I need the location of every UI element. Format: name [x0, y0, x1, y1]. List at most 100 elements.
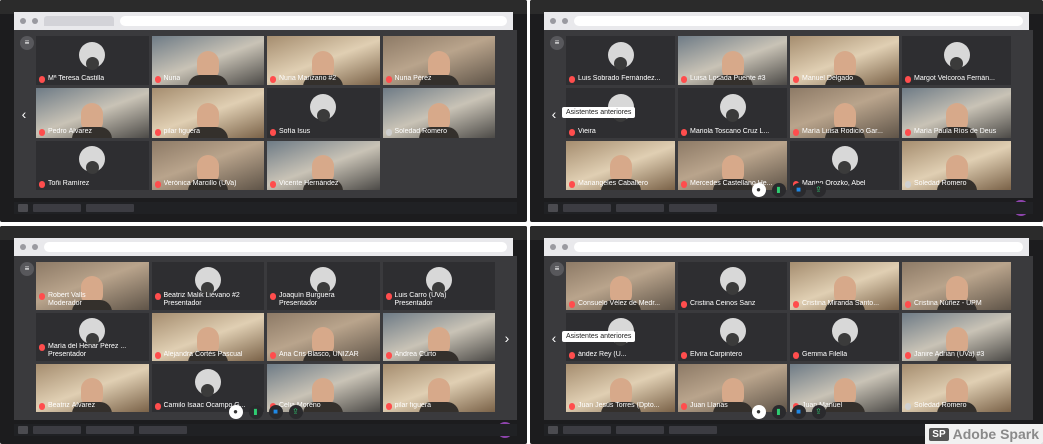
taskbar-window[interactable]	[139, 426, 187, 434]
start-icon[interactable]	[18, 204, 28, 212]
participant-tile[interactable]: Elvira Carpintero	[678, 313, 787, 361]
browser-back-icon[interactable]	[550, 18, 556, 24]
participant-tile[interactable]: Gemma Filella	[790, 313, 899, 361]
participant-tile[interactable]: Robert Valls Moderador	[36, 262, 149, 310]
user-avatar-icon	[310, 267, 337, 296]
browser-reload-icon[interactable]	[32, 18, 38, 24]
menu-icon[interactable]: ≡	[20, 36, 34, 50]
participant-tile[interactable]: Joaquín Burguera Presentador	[267, 262, 380, 310]
participant-text: Gemma Filella	[802, 351, 847, 359]
browser-tab[interactable]	[44, 16, 114, 26]
participant-tile[interactable]: María Paula Ríos de Deus	[902, 88, 1011, 138]
taskbar-window[interactable]	[563, 426, 611, 434]
mic-muted-icon	[385, 76, 392, 84]
participant-tile[interactable]: Mariangeles Caballero	[566, 140, 675, 190]
mic-icon[interactable]: ▮	[771, 183, 786, 197]
participant-tile[interactable]: Nuria	[151, 36, 264, 86]
participant-tile[interactable]: María del Henar Pérez ... Presentador	[36, 313, 149, 361]
participant-tile[interactable]: Soledad Romero	[902, 364, 1011, 412]
taskbar-window[interactable]	[563, 204, 611, 212]
windows-taskbar	[14, 202, 517, 214]
participant-text: María del Henar Pérez ... Presentador	[48, 343, 126, 359]
video-icon[interactable]: ■	[791, 183, 806, 197]
user-avatar-icon[interactable]: ●	[751, 183, 766, 197]
participant-tile[interactable]: Andrea Curto	[382, 313, 495, 361]
participant-name: Soledad Romero	[914, 402, 967, 409]
menu-icon[interactable]: ≡	[20, 262, 34, 276]
participant-tile[interactable]: Manuel Delgado	[790, 36, 899, 86]
participant-tile[interactable]: Nuria Manzano #2	[267, 36, 380, 86]
participant-tile[interactable]: Margot Velcoroa Fernán...	[902, 36, 1011, 86]
chevron-left-icon[interactable]: ‹	[548, 106, 560, 122]
participant-tile[interactable]: Toñi Ramírez	[36, 140, 149, 190]
chevron-left-icon[interactable]: ‹	[548, 330, 560, 346]
user-avatar-icon[interactable]: ●	[751, 405, 766, 419]
participant-tile[interactable]: María Luisa Rodicio Gar...	[790, 88, 899, 138]
browser-reload-icon[interactable]	[32, 244, 38, 250]
chevron-right-icon[interactable]: ›	[501, 330, 513, 346]
participant-tile[interactable]: Vicente Hernández	[267, 140, 380, 190]
participant-label: Luis Carro (UVa) Presentador	[385, 292, 493, 308]
participant-label: pilar figuera	[154, 128, 262, 136]
participant-tile[interactable]: Beatriz Álvarez	[36, 364, 149, 412]
address-bar[interactable]	[44, 242, 507, 252]
taskbar-window[interactable]	[616, 204, 664, 212]
video-icon[interactable]: ■	[791, 405, 806, 419]
participant-tile[interactable]: Cristina Núñez - UPM	[902, 262, 1011, 310]
browser-back-icon[interactable]	[550, 244, 556, 250]
participant-tile[interactable]: Verónica Marcillo (UVa)	[151, 140, 264, 190]
participant-tile[interactable]: Mª Teresa Castilla	[36, 36, 149, 86]
chevron-left-icon[interactable]: ‹	[18, 106, 30, 122]
start-icon[interactable]	[18, 426, 28, 434]
address-bar[interactable]	[574, 242, 1023, 252]
participant-tile[interactable]: Soledad Romero	[902, 140, 1011, 190]
participant-tile[interactable]: Consuelo Vélez de Medr...	[566, 262, 675, 310]
user-avatar-icon[interactable]: ●	[228, 405, 243, 419]
participant-name: Manuel Delgado	[802, 75, 853, 83]
share-screen-icon[interactable]: ⇪	[288, 405, 303, 419]
browser-back-icon[interactable]	[20, 18, 26, 24]
mic-muted-icon	[793, 76, 799, 84]
participant-tile[interactable]: Cristina Ceinos Sanz	[678, 262, 787, 310]
participant-tile[interactable]: Janire Adrián (UVa) #3	[902, 313, 1011, 361]
address-bar[interactable]	[120, 16, 507, 26]
browser-reload-icon[interactable]	[562, 18, 568, 24]
taskbar-window[interactable]	[669, 426, 717, 434]
menu-icon[interactable]: ≡	[550, 262, 564, 276]
participant-tile[interactable]: Alejandra Cortés Pascual	[151, 313, 264, 361]
participant-name: Vieira	[578, 127, 596, 135]
participant-tile[interactable]: Mariola Toscano Cruz L...	[678, 88, 787, 138]
taskbar-window[interactable]	[86, 204, 134, 212]
participant-tile[interactable]: Luisa Losada Puente #3	[678, 36, 787, 86]
participant-label: Verónica Marcillo (UVa)	[154, 180, 262, 188]
participant-tile[interactable]: Cristina Miranda Santo...	[790, 262, 899, 310]
mic-icon[interactable]: ▮	[248, 405, 263, 419]
share-screen-icon[interactable]: ⇪	[811, 405, 826, 419]
participant-tile[interactable]: pilar figuera	[382, 364, 495, 412]
participant-label: Nuria	[154, 75, 262, 84]
taskbar-window[interactable]	[33, 204, 81, 212]
participant-tile[interactable]: Nuria Pérez	[382, 36, 495, 86]
browser-reload-icon[interactable]	[562, 244, 568, 250]
participant-tile[interactable]: Soledad Romero	[382, 88, 495, 138]
participant-tile[interactable]: Luis Sobrado Fernández...	[566, 36, 675, 86]
start-icon[interactable]	[548, 426, 558, 434]
taskbar-window[interactable]	[86, 426, 134, 434]
menu-icon[interactable]: ≡	[550, 36, 564, 50]
participant-tile[interactable]: Pedro Álvarez	[36, 88, 149, 138]
browser-back-icon[interactable]	[20, 244, 26, 250]
participant-tile[interactable]: Luis Carro (UVa) Presentador	[382, 262, 495, 310]
participant-tile[interactable]: pilar figuera	[151, 88, 264, 138]
participant-tile[interactable]: Sofía Isus	[267, 88, 380, 138]
mic-icon[interactable]: ▮	[771, 405, 786, 419]
start-icon[interactable]	[548, 204, 558, 212]
participant-tile[interactable]: Beatriz Malik Liévano #2 Presentador	[151, 262, 264, 310]
participant-tile[interactable]: Ana Cris Blasco, UNIZAR	[267, 313, 380, 361]
video-icon[interactable]: ■	[268, 405, 283, 419]
taskbar-window[interactable]	[669, 204, 717, 212]
participant-tile[interactable]: Juan Jesús Torres (Dpto...	[566, 364, 675, 412]
address-bar[interactable]	[574, 16, 1023, 26]
share-screen-icon[interactable]: ⇪	[811, 183, 826, 197]
taskbar-window[interactable]	[616, 426, 664, 434]
taskbar-window[interactable]	[33, 426, 81, 434]
